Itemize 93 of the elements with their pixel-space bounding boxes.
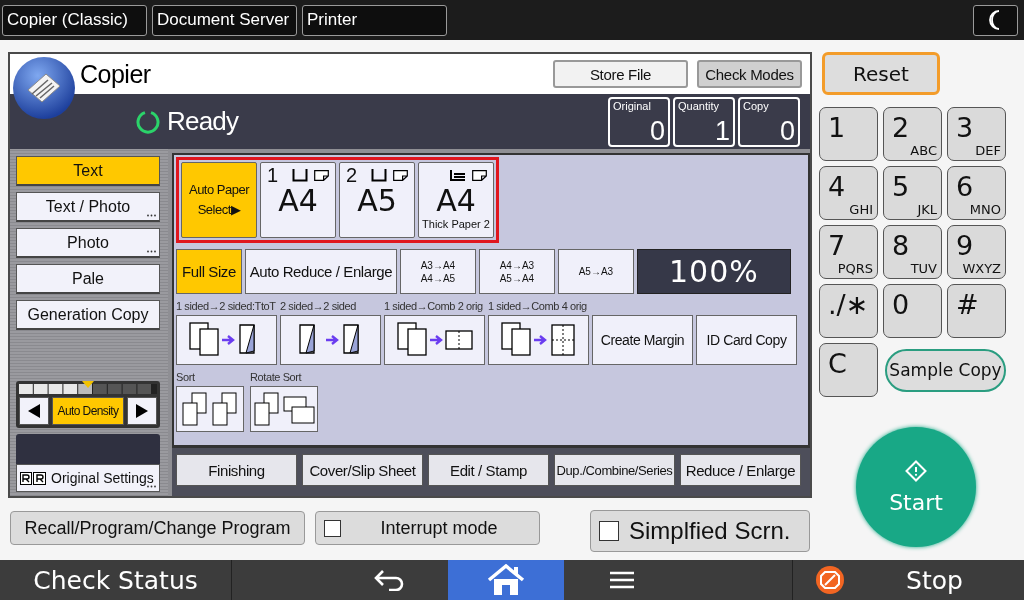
bypass-tray-icon xyxy=(450,169,466,181)
duplex-button[interactable] xyxy=(176,315,277,365)
paper-tray-button[interactable]: A4 Thick Paper 2 xyxy=(418,162,494,238)
check-status-button[interactable]: Check Status xyxy=(0,560,232,600)
page-arrow-icon xyxy=(499,321,578,359)
sort-caption: Rotate Sort xyxy=(250,371,303,384)
simplified-screen-button[interactable]: Simplfied Scrn. xyxy=(590,510,810,552)
original-type-button[interactable]: Text / Photo xyxy=(16,192,160,222)
original-type-button[interactable]: Text xyxy=(16,156,160,186)
right-triangle-icon xyxy=(136,404,148,418)
start-diamond-icon xyxy=(905,459,927,482)
auto-density-button[interactable]: Auto Density xyxy=(52,397,124,425)
night-mode-button[interactable] xyxy=(973,4,1018,36)
ratio-button[interactable]: A5→A3 xyxy=(557,249,634,294)
original-settings-button[interactable]: Original Settings xyxy=(16,464,160,492)
keypad-key[interactable]: 8 TUV xyxy=(883,225,942,279)
keypad-key[interactable]: ./∗ xyxy=(819,284,878,338)
keypad-key[interactable]: C xyxy=(819,343,878,397)
stacked-pages-icon xyxy=(180,391,240,427)
tray-icon xyxy=(371,168,387,182)
keypad-key[interactable]: 2 ABC xyxy=(883,107,942,161)
darker-button[interactable] xyxy=(127,397,157,425)
keypad-key[interactable]: 1 xyxy=(819,107,878,161)
ratio-button[interactable]: A3→A4 A4→A5 xyxy=(399,249,476,294)
sample-copy-button[interactable]: Sample Copy xyxy=(885,348,1006,392)
keypad-key[interactable]: 3 DEF xyxy=(947,107,1006,161)
more-options-icon xyxy=(147,485,156,488)
counter-label: Copy xyxy=(743,99,769,112)
duplex-caption: 2 sided→2 sided xyxy=(280,300,357,313)
page-icon xyxy=(393,169,408,181)
function-tab[interactable]: Reduce / Enlarge xyxy=(680,454,801,486)
lighter-button[interactable] xyxy=(19,397,49,425)
header-button[interactable]: Check Modes xyxy=(697,60,802,88)
header-button[interactable]: Store File xyxy=(553,60,688,88)
counter-label: Quantity xyxy=(678,99,719,112)
ready-ring-icon xyxy=(136,109,160,134)
left-triangle-icon xyxy=(28,404,40,418)
original-type-button[interactable]: Photo xyxy=(16,228,160,258)
duplex-caption: 1 sided→Comb 2 orig xyxy=(384,300,484,313)
keypad-key[interactable]: 7 PQRS xyxy=(819,225,878,279)
page-icon xyxy=(472,169,487,181)
sort-button[interactable] xyxy=(176,386,244,432)
recall-program-button[interactable]: Recall/Program/Change Program xyxy=(10,511,305,545)
keypad-key[interactable]: 4 GHI xyxy=(819,166,878,220)
counter-value: 1 xyxy=(714,117,730,144)
auto-paper-select-button[interactable]: Auto Paper Select▶ xyxy=(181,162,257,238)
paper-tray-button[interactable]: 2 A5 xyxy=(339,162,415,238)
function-tab[interactable]: Edit / Stamp xyxy=(428,454,549,486)
back-icon xyxy=(374,569,406,591)
sort-button[interactable] xyxy=(250,386,318,432)
function-button[interactable]: Create Margin xyxy=(592,315,693,365)
reset-button[interactable]: Reset xyxy=(822,52,940,95)
mode-tab[interactable]: Copier (Classic) xyxy=(2,4,147,36)
menu-icon xyxy=(610,570,634,590)
ratio-button[interactable]: Full Size xyxy=(176,249,242,294)
ratio-button[interactable]: Auto Reduce / Enlarge xyxy=(244,249,397,294)
rotated-pages-icon xyxy=(252,391,316,427)
duplex-button[interactable] xyxy=(384,315,485,365)
keypad-key[interactable]: 0 xyxy=(883,284,942,338)
counter-value: 0 xyxy=(779,117,795,144)
duplex-caption: 1 sided→2 sided:TtoT xyxy=(176,300,277,313)
home-icon xyxy=(487,564,525,596)
keypad-key[interactable]: 9 WXYZ xyxy=(947,225,1006,279)
duplex-caption: 1 sided→Comb 4 orig xyxy=(488,300,588,313)
keypad-key[interactable]: 5 JKL xyxy=(883,166,942,220)
counter-value: 0 xyxy=(649,117,665,144)
interrupt-mode-button[interactable]: Interrupt mode xyxy=(315,511,540,545)
original-orientation-icon xyxy=(20,471,46,485)
paper-tray-button[interactable]: 1 A4 xyxy=(260,162,336,238)
function-tab[interactable]: Dup./Combine/Series xyxy=(554,454,675,486)
app-title: Copier xyxy=(80,59,151,89)
stop-button[interactable]: Stop xyxy=(845,565,1024,595)
function-tab[interactable]: Finishing xyxy=(176,454,297,486)
duplex-button[interactable] xyxy=(280,315,381,365)
keypad-key[interactable]: # xyxy=(947,284,1006,338)
keypad-key[interactable]: 6 MNO xyxy=(947,166,1006,220)
status-text: Ready xyxy=(167,106,239,137)
function-button[interactable]: ID Card Copy xyxy=(696,315,797,365)
page-icon xyxy=(314,169,329,181)
page-arrow-icon xyxy=(395,321,474,359)
duplex-button[interactable] xyxy=(488,315,589,365)
ratio-button[interactable]: A4→A3 A5→A4 xyxy=(478,249,555,294)
ratio-display: 100% xyxy=(636,249,791,294)
sort-caption: Sort xyxy=(176,371,196,384)
function-tab[interactable]: Cover/Slip Sheet xyxy=(302,454,423,486)
tray-icon xyxy=(292,168,308,182)
counter-label: Original xyxy=(613,99,651,112)
mode-tab[interactable]: Document Server xyxy=(152,4,297,36)
original-type-button[interactable]: Pale xyxy=(16,264,160,294)
home-button[interactable] xyxy=(448,560,564,600)
stop-icon xyxy=(815,565,845,595)
original-type-button[interactable]: Generation Copy xyxy=(16,300,160,330)
mode-tab[interactable]: Printer xyxy=(302,4,447,36)
